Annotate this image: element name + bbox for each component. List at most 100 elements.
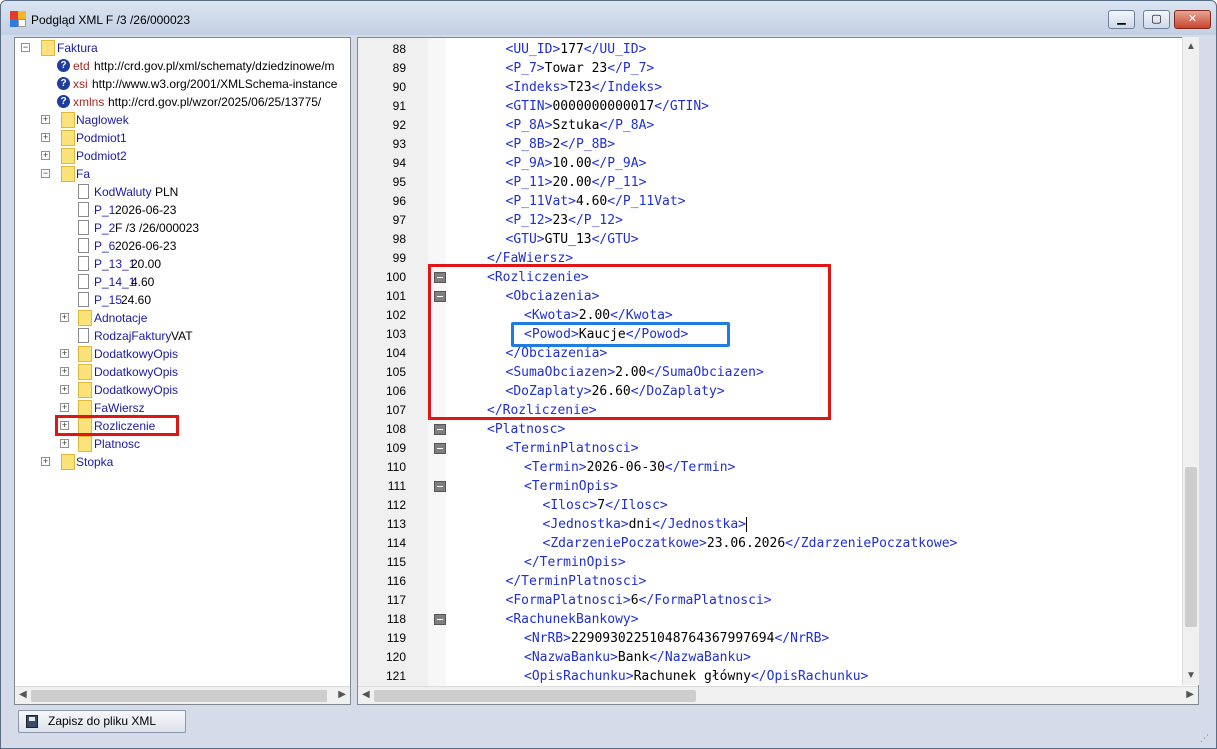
expand-icon[interactable]: + (60, 367, 69, 376)
xml-tag: </P_7> (607, 61, 655, 76)
code-line[interactable]: 96 <P_11Vat>4.60</P_11Vat> (358, 192, 1198, 211)
tree-node-p15[interactable]: P_15 24.60 (78, 291, 338, 309)
editor-vertical-scrollbar[interactable]: ▲ ▼ (1182, 37, 1199, 685)
scroll-up-icon[interactable]: ▲ (1186, 41, 1196, 52)
tree-attr-etd[interactable]: ? etd http://crd.gov.pl/xml/schematy/dzi… (57, 57, 350, 75)
tree-node-p13-1[interactable]: P_13_1 20.00 (78, 255, 338, 273)
line-number: 114 (386, 536, 406, 550)
tree-node-p2[interactable]: P_2 F /3 /26/000023 (78, 219, 338, 237)
code-line[interactable]: 98 <GTU>GTU_13</GTU> (358, 230, 1198, 249)
close-button[interactable]: ✕ (1174, 10, 1211, 29)
code-line[interactable]: 88 <UU_ID>177</UU_ID> (358, 40, 1198, 59)
scroll-down-icon[interactable]: ▼ (1186, 670, 1196, 681)
code-line[interactable]: 89 <P_7>Towar 23</P_7> (358, 59, 1198, 78)
scroll-thumb[interactable] (374, 690, 696, 702)
minimize-button[interactable]: ▁ (1108, 10, 1135, 29)
scroll-right-icon[interactable]: ▶ (338, 689, 346, 700)
code-text: <NazwaBanku>Bank</NazwaBanku> (524, 648, 751, 667)
tree-attr-xmlns[interactable]: ? xmlns http://crd.gov.pl/wzor/2025/06/2… (57, 93, 350, 111)
fold-toggle-icon[interactable] (434, 443, 446, 454)
scroll-left-icon[interactable]: ◀ (19, 689, 27, 700)
scroll-right-icon[interactable]: ▶ (1186, 689, 1194, 700)
tree-node-kodwaluty[interactable]: KodWaluty PLN (78, 183, 338, 201)
folder-icon (61, 130, 75, 146)
code-line[interactable]: 116 </TerminPlatnosci> (358, 572, 1198, 591)
expand-icon[interactable]: + (41, 133, 50, 142)
code-text: </TerminOpis> (524, 553, 626, 572)
xml-tree-panel[interactable]: − Faktura ? etd http://crd.gov.pl/xml/sc… (14, 37, 351, 705)
code-line[interactable]: 114 <ZdarzeniePoczatkowe>23.06.2026</Zdar… (358, 534, 1198, 553)
expand-icon[interactable]: + (60, 439, 69, 448)
tree-node-p1[interactable]: P_1 2026-06-23 (78, 201, 338, 219)
file-icon (78, 292, 89, 307)
tree-node-naglowek[interactable]: + Naglowek (41, 111, 241, 129)
tree-node-p14-1[interactable]: P_14_1 4.60 (78, 273, 338, 291)
code-line[interactable]: 95 <P_11>20.00</P_11> (358, 173, 1198, 192)
expand-icon[interactable]: + (41, 151, 50, 160)
code-line[interactable]: 120 <NazwaBanku>Bank</NazwaBanku> (358, 648, 1198, 667)
code-text: <P_9A>10.00</P_9A> (506, 154, 647, 173)
xml-tag: <FormaPlatnosci> (505, 593, 631, 608)
code-line[interactable]: 91 <GTIN>0000000000017</GTIN> (358, 97, 1198, 116)
expand-icon[interactable]: + (41, 115, 50, 124)
expand-icon[interactable]: + (60, 313, 69, 322)
code-line[interactable]: 118 <RachunekBankowy> (358, 610, 1198, 629)
collapse-icon[interactable]: − (21, 43, 30, 52)
tree-node-adnotacje[interactable]: + Adnotacje (60, 309, 320, 327)
code-line[interactable]: 92 <P_8A>Sztuka</P_8A> (358, 116, 1198, 135)
fold-toggle-icon[interactable] (434, 424, 446, 435)
expand-icon[interactable]: + (41, 457, 50, 466)
code-line[interactable]: 111 <TerminOpis> (358, 477, 1198, 496)
tree-node-dodatkowyopis[interactable]: + DodatkowyOpis (60, 363, 320, 381)
expand-icon[interactable]: + (60, 403, 69, 412)
fold-toggle-icon[interactable] (434, 481, 446, 492)
scroll-thumb[interactable] (31, 690, 327, 702)
code-line[interactable]: 108 <Platnosc> (358, 420, 1198, 439)
maximize-button[interactable]: ▢ (1143, 10, 1170, 29)
line-number: 115 (386, 555, 406, 569)
tree-node-p6[interactable]: P_6 2026-06-23 (78, 237, 338, 255)
expand-icon[interactable]: + (60, 385, 69, 394)
code-line[interactable]: 90 <Indeks>T23</Indeks> (358, 78, 1198, 97)
code-line[interactable]: 121 <OpisRachunku>Rachunek główny</OpisRa… (358, 667, 1198, 686)
tree-node-podmiot2[interactable]: + Podmiot2 (41, 147, 241, 165)
tree-node-label: P_13_1 (94, 257, 136, 271)
editor-horizontal-scrollbar[interactable]: ◀ ▶ (358, 686, 1198, 704)
tree-node-platnosc[interactable]: + Platnosc (60, 435, 320, 453)
code-line[interactable]: 109 <TerminPlatnosci> (358, 439, 1198, 458)
code-line[interactable]: 110 <Termin>2026-06-30</Termin> (358, 458, 1198, 477)
tree-node-fa[interactable]: − Fa (41, 165, 241, 183)
tree-node-rodzajfaktury[interactable]: RodzajFaktury VAT (78, 327, 338, 345)
collapse-icon[interactable]: − (41, 169, 50, 178)
code-line[interactable]: 93 <P_8B>2</P_8B> (358, 135, 1198, 154)
tree-horizontal-scrollbar[interactable]: ◀ ▶ (15, 686, 350, 704)
code-line[interactable]: 113 <Jednostka>dni</Jednostka> (358, 515, 1198, 534)
tree-node-faktura[interactable]: − Faktura (21, 39, 341, 57)
xml-tag: <OpisRachunku> (524, 669, 634, 684)
xml-tag: <P_12> (505, 213, 553, 228)
tree-node-dodatkowyopis[interactable]: + DodatkowyOpis (60, 381, 320, 399)
resize-grip-icon[interactable]: ⋰ (1200, 733, 1212, 745)
fold-toggle-icon[interactable] (434, 614, 446, 625)
line-number: 100 (385, 270, 406, 284)
code-line[interactable]: 97 <P_12>23</P_12> (358, 211, 1198, 230)
code-line[interactable]: 94 <P_9A>10.00</P_9A> (358, 154, 1198, 173)
xml-code-editor[interactable]: 88 <UU_ID>177</UU_ID> 89 <P_7>Towar 23</P_7… (357, 37, 1199, 705)
code-line[interactable]: 115 </TerminOpis> (358, 553, 1198, 572)
line-number: 102 (385, 308, 406, 322)
save-xml-button[interactable]: Zapisz do pliku XML (18, 710, 186, 733)
tree-node-stopka[interactable]: + Stopka (41, 453, 241, 471)
scroll-left-icon[interactable]: ◀ (362, 689, 370, 700)
tree-node-dodatkowyopis[interactable]: + DodatkowyOpis (60, 345, 320, 363)
tree-node-label: P_14_1 (94, 275, 136, 289)
tree-attr-xsi[interactable]: ? xsi http://www.w3.org/2001/XMLSchema-i… (57, 75, 350, 93)
code-line[interactable]: 119 <NrRB>22909302251048764367997694</NrR… (358, 629, 1198, 648)
expand-icon[interactable]: + (60, 349, 69, 358)
tree-node-podmiot1[interactable]: + Podmiot1 (41, 129, 241, 147)
code-line[interactable]: 112 <Ilosc>7</Ilosc> (358, 496, 1198, 515)
xml-tag: </NrRB> (774, 631, 830, 646)
line-number: 116 (386, 574, 406, 588)
code-line[interactable]: 117 <FormaPlatnosci>6</FormaPlatnosci> (358, 591, 1198, 610)
app-icon (10, 11, 26, 27)
scroll-thumb[interactable] (1185, 467, 1197, 627)
